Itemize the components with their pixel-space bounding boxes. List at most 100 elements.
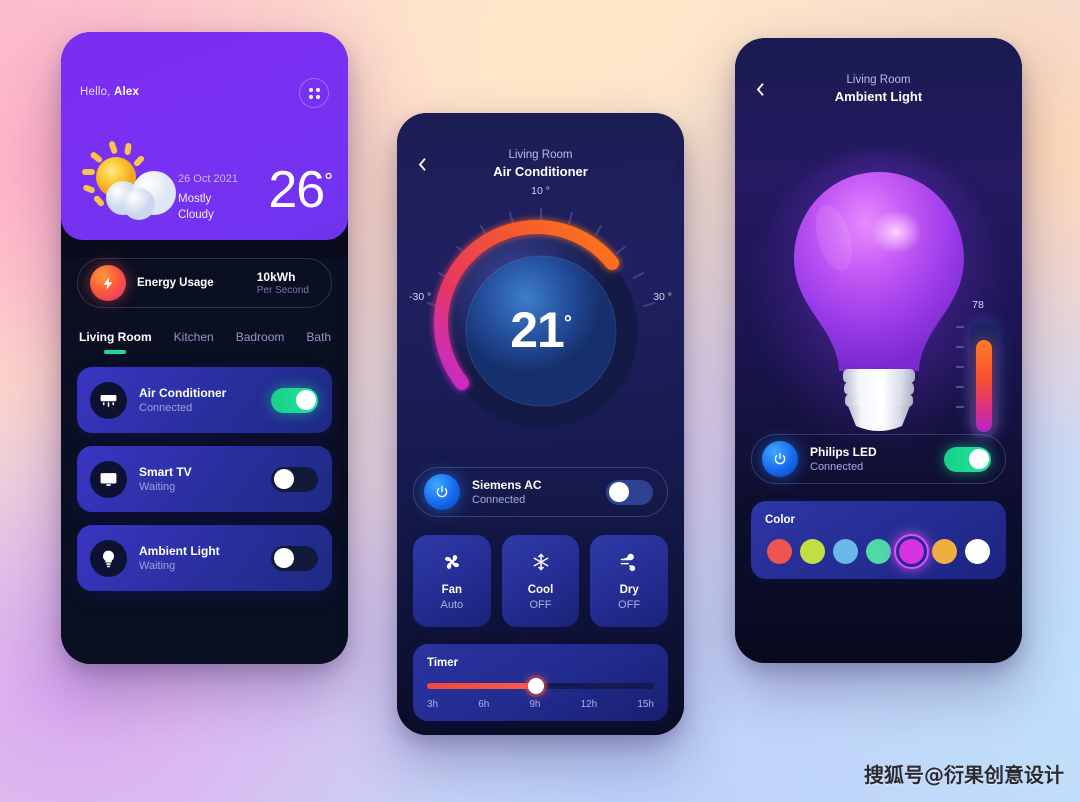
mode-value: OFF [529,598,552,611]
dial-temperature-value: 21° [510,301,572,359]
light-power-state: Connected [810,461,864,473]
device-toggle-ambient-light[interactable] [271,545,318,571]
energy-usage-values: 10kWh Per Second [257,270,309,296]
weather-temperature: 26° [268,160,333,220]
mode-button-dry[interactable]: Dry OFF [590,535,669,627]
bulb-area: 78 [735,104,1022,452]
timer-tick: 15h [637,699,654,710]
phone-screen-air-conditioner: Living Room Air Conditioner 10 ° -30 ° 3… [397,113,684,735]
brightness-slider[interactable] [970,321,998,438]
device-card-ambient-light[interactable]: Ambient Light Waiting [77,525,332,591]
tab-bathroom[interactable]: Bath [306,330,331,354]
energy-usage-card[interactable]: Energy Usage 10kWh Per Second [77,258,332,308]
timer-title: Timer [427,657,459,669]
device-card-smart-tv[interactable]: Smart TV Waiting [77,446,332,512]
phone-screen-ambient-light: Living Room Ambient Light 78 Philips LED… [735,38,1022,663]
device-toggle-smart-tv[interactable] [271,466,318,492]
device-toggle-air-conditioner[interactable] [271,387,318,413]
weather-condition-line1: Mostly [178,193,212,205]
monitor-icon [90,460,127,498]
color-swatch-yellow-green[interactable] [800,539,825,564]
device-state: Connected [139,402,193,414]
temperature-dial[interactable]: 10 ° -30 ° 30 ° 21° [397,185,684,467]
weather-temperature-value: 26 [268,161,325,219]
air-conditioner-icon [90,381,127,419]
light-screen: Living Room Ambient Light 78 Philips LED… [735,38,1022,663]
ac-power-toggle[interactable] [606,479,653,505]
mode-button-cool[interactable]: Cool OFF [501,535,580,627]
color-swatch-light-blue[interactable] [833,539,858,564]
snowflake-icon [533,552,548,571]
ac-screen: Living Room Air Conditioner 10 ° -30 ° 3… [397,113,684,735]
timer-tick-labels: 3h 6h 9h 12h 15h [427,699,654,710]
timer-slider[interactable] [427,678,654,694]
lightning-bolt-icon [90,265,126,301]
user-name: Alex [114,86,140,98]
device-name: Ambient Light [139,544,220,558]
light-device-label: Ambient Light [834,89,923,104]
device-text: Ambient Light Waiting [139,544,220,572]
light-room-label: Living Room [846,74,911,86]
mode-name: Fan [441,583,463,596]
ac-mode-buttons: Fan Auto Cool OFF Dry OFF [397,535,684,627]
device-text: Air Conditioner Connected [139,386,226,414]
light-power-text: Philips LED Connected [810,445,877,473]
mode-name: Dry [619,583,639,596]
ac-power-name: Siemens AC [472,478,542,492]
mode-value: Auto [440,598,464,611]
color-swatches [765,534,992,569]
mode-button-fan[interactable]: Fan Auto [413,535,491,627]
energy-usage-label: Energy Usage [137,277,214,289]
timer-card: Timer 3h 6h 9h 12h 15h [413,644,668,721]
color-swatch-white[interactable] [965,539,990,564]
fan-icon [444,554,459,569]
weather-condition: Mostly Cloudy [178,191,214,223]
tab-kitchen[interactable]: Kitchen [174,330,214,354]
power-icon [424,474,460,510]
energy-usage-sub: Per Second [256,285,309,296]
ac-device-label: Air Conditioner [493,164,588,179]
ac-power-text: Siemens AC Connected [472,478,542,506]
mode-value: OFF [618,598,641,611]
chevron-left-icon[interactable] [749,78,771,100]
degree-symbol: ° [324,168,333,194]
grid-dots-glyph [308,87,320,99]
dial-degree-symbol: ° [563,312,572,335]
tab-badroom[interactable]: Badroom [236,330,285,354]
light-power-toggle[interactable] [944,446,991,472]
wind-icon [620,553,636,571]
timer-slider-fill [427,683,536,689]
room-tabs: Living Room Kitchen Badroom Bath [77,330,332,354]
ac-power-card[interactable]: Siemens AC Connected [413,467,668,517]
ac-room-label: Living Room [508,149,573,161]
color-swatch-orange[interactable] [932,539,957,564]
phone-screen-home: Hello, Alex 26 Oct 2021 Mostly Cloudy 26… [61,32,348,664]
lightbulb-icon [90,539,127,577]
weather-date: 26 Oct 2021 [178,173,238,185]
chevron-left-icon[interactable] [411,153,433,175]
power-icon [762,441,798,477]
lightbulb-3d-icon [793,172,964,431]
energy-usage-value: 10kWh [256,270,296,284]
timer-tick: 12h [580,699,598,710]
light-power-name: Philips LED [810,445,877,459]
timer-slider-thumb[interactable] [527,678,544,694]
light-power-card[interactable]: Philips LED Connected [751,434,1006,484]
timer-tick: 9h [529,699,541,710]
greeting: Hello, Alex [80,86,139,98]
color-swatch-mint[interactable] [866,539,891,564]
dial-label-top: 10 ° [531,185,550,197]
ac-header: Living Room Air Conditioner [397,113,684,179]
device-state: Waiting [139,560,176,572]
weather-card: Hello, Alex 26 Oct 2021 Mostly Cloudy 26… [61,32,348,240]
watermark: 搜狐号@衍果创意设计 [864,763,1064,787]
dial-value-number: 21 [510,302,565,358]
ac-power-state: Connected [472,494,526,506]
tab-living-room[interactable]: Living Room [79,330,152,354]
color-swatch-red[interactable] [767,539,792,564]
color-swatch-magenta[interactable] [894,534,929,569]
device-card-air-conditioner[interactable]: Air Conditioner Connected [77,367,332,433]
grid-dots-icon[interactable] [299,78,329,108]
mode-name: Cool [527,583,554,596]
greeting-prefix: Hello, [80,86,114,98]
